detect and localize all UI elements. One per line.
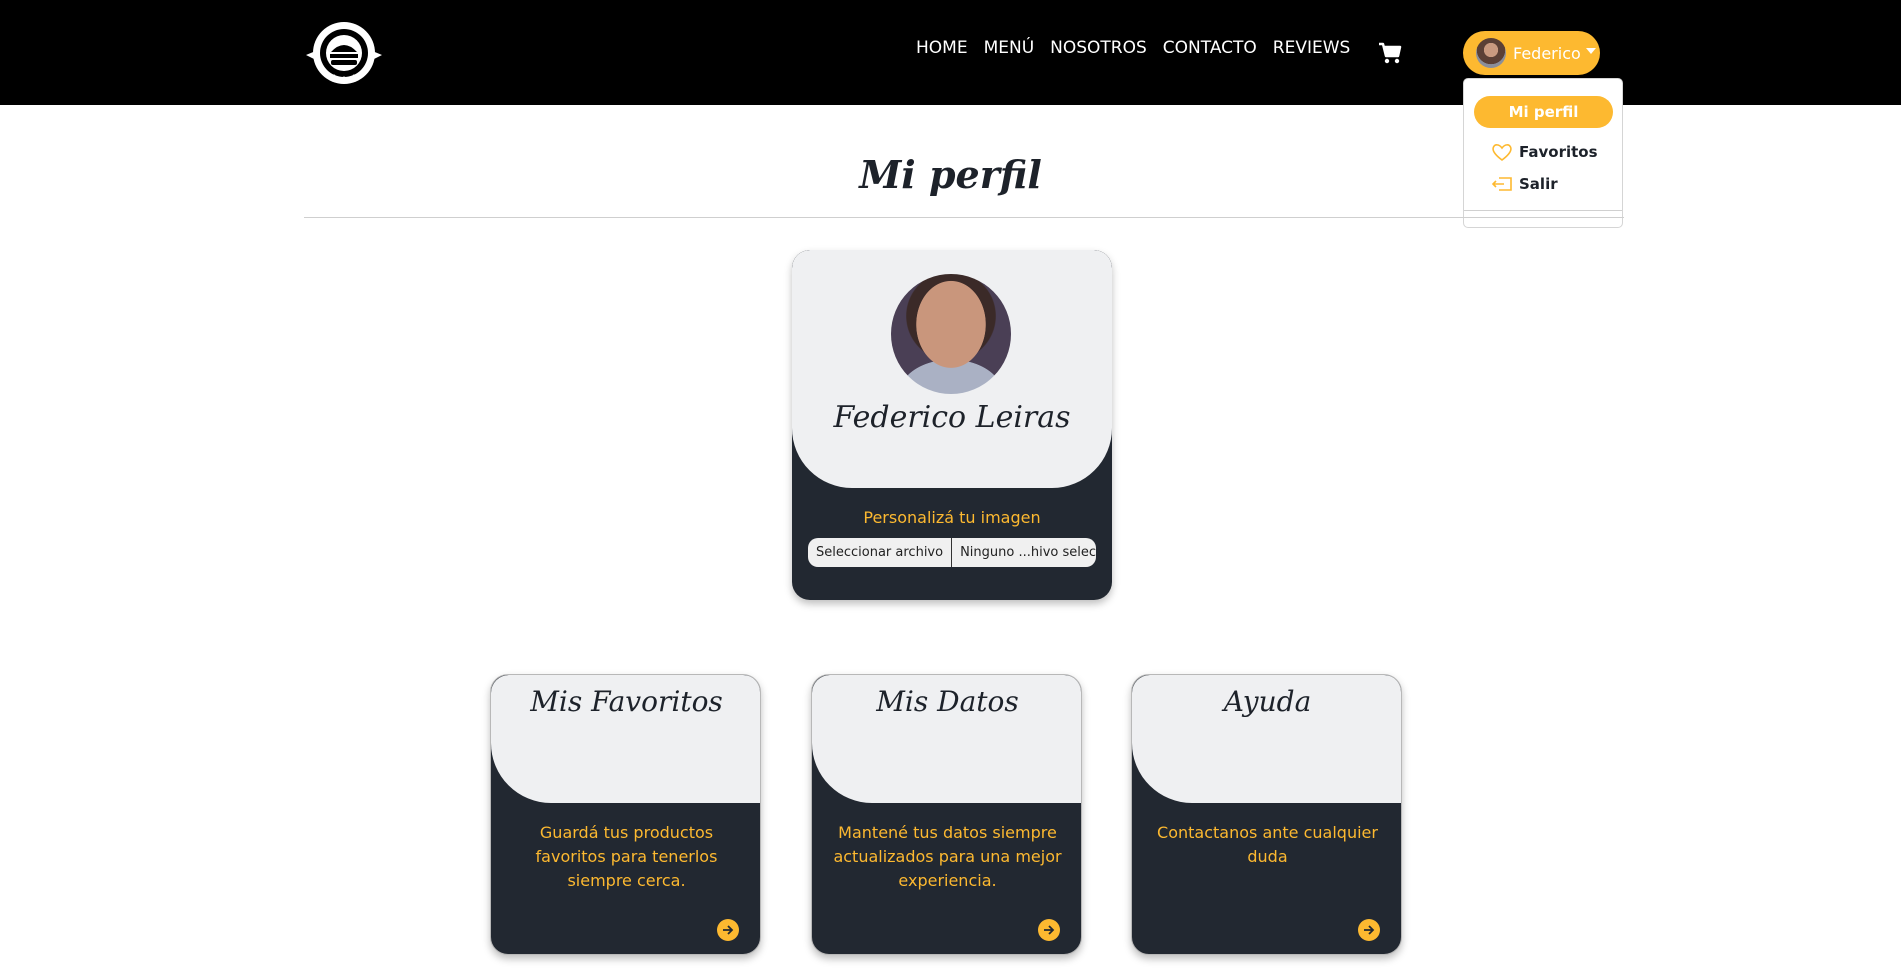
avatar (1476, 38, 1506, 68)
dropdown-divider (1464, 210, 1622, 211)
customize-image-label: Personalizá tu imagen (863, 508, 1041, 527)
card-title: Ayuda (1223, 685, 1312, 718)
cart-icon[interactable] (1378, 42, 1402, 64)
card-data[interactable]: Mis Datos Mantené tus datos siempre actu… (811, 674, 1082, 955)
profile-card-header: Federico Leiras (792, 250, 1112, 488)
nav-contacto[interactable]: CONTACTO (1163, 38, 1257, 58)
arrow-right-icon[interactable] (717, 919, 739, 941)
nav-nosotros[interactable]: NOSOTROS (1050, 38, 1147, 58)
card-header: Mis Datos (812, 675, 1081, 803)
main-nav: HOME MENÚ NOSOTROS CONTACTO REVIEWS (916, 38, 1366, 58)
arrow-right-icon[interactable] (1358, 919, 1380, 941)
arrow-right-icon[interactable] (1038, 919, 1060, 941)
user-name: Federico (1513, 43, 1581, 63)
nav-home[interactable]: HOME (916, 38, 968, 58)
card-description: Mantené tus datos siempre actualizados p… (833, 823, 1062, 890)
card-description: Guardá tus productos favoritos para tene… (535, 823, 718, 890)
nav-menu[interactable]: MENÚ (984, 38, 1035, 58)
card-header: Mis Favoritos (491, 675, 760, 803)
caret-down-icon (1585, 48, 1596, 54)
title-divider (304, 217, 1624, 218)
card-favorites[interactable]: Mis Favoritos Guardá tus productos favor… (490, 674, 761, 955)
file-status: Ninguno ...hivo selec. (960, 545, 1096, 560)
card-help[interactable]: Ayuda Contactanos ante cualquier duda (1131, 674, 1402, 955)
nav-reviews[interactable]: REVIEWS (1273, 38, 1351, 58)
logo-icon[interactable] (304, 19, 384, 87)
card-description: Contactanos ante cualquier duda (1157, 823, 1378, 866)
page-title: Mi perfil (859, 152, 1042, 197)
user-menu-button[interactable]: Federico (1463, 31, 1600, 75)
profile-photo (891, 274, 1011, 394)
file-input[interactable]: Seleccionar archivo Ninguno ...hivo sele… (808, 538, 1096, 567)
profile-name: Federico Leiras (833, 400, 1071, 435)
card-title: Mis Favoritos (530, 685, 723, 718)
choose-file-button[interactable]: Seleccionar archivo (808, 538, 953, 567)
card-title: Mis Datos (876, 685, 1019, 718)
profile-card: Federico Leiras Personalizá tu imagen Se… (792, 250, 1112, 600)
dropdown-item-profile[interactable]: Mi perfil (1474, 96, 1613, 128)
card-header: Ayuda (1132, 675, 1401, 803)
